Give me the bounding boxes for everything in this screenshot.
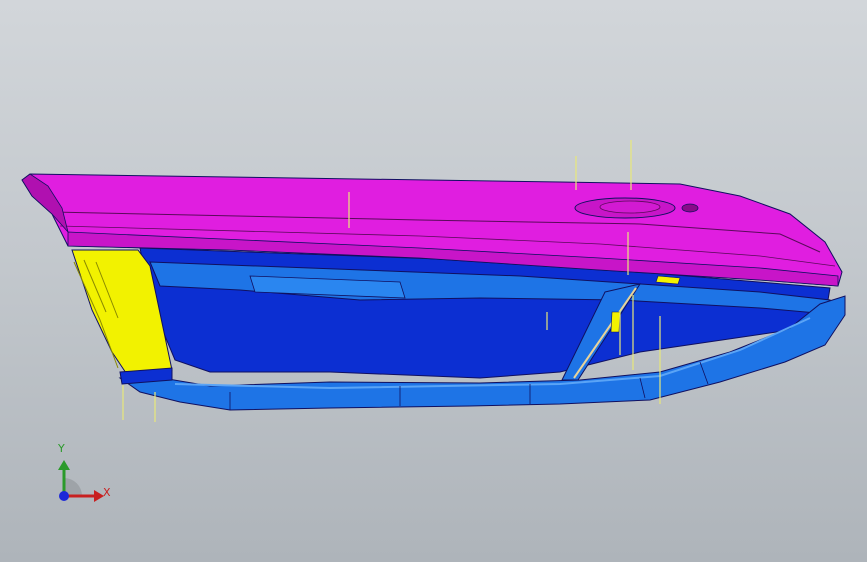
orientation-triad [58,460,104,502]
x-axis-label: X [103,486,111,499]
yellow-clip-2 [610,311,621,333]
cad-viewport[interactable]: Y X [0,0,867,562]
handle-recess-inner [599,200,661,214]
y-axis-label: Y [58,442,65,455]
3d-model-view[interactable] [0,0,867,562]
y-axis-arrowhead-icon [58,460,70,470]
small-hole [681,203,699,213]
z-axis-dot [59,491,69,501]
